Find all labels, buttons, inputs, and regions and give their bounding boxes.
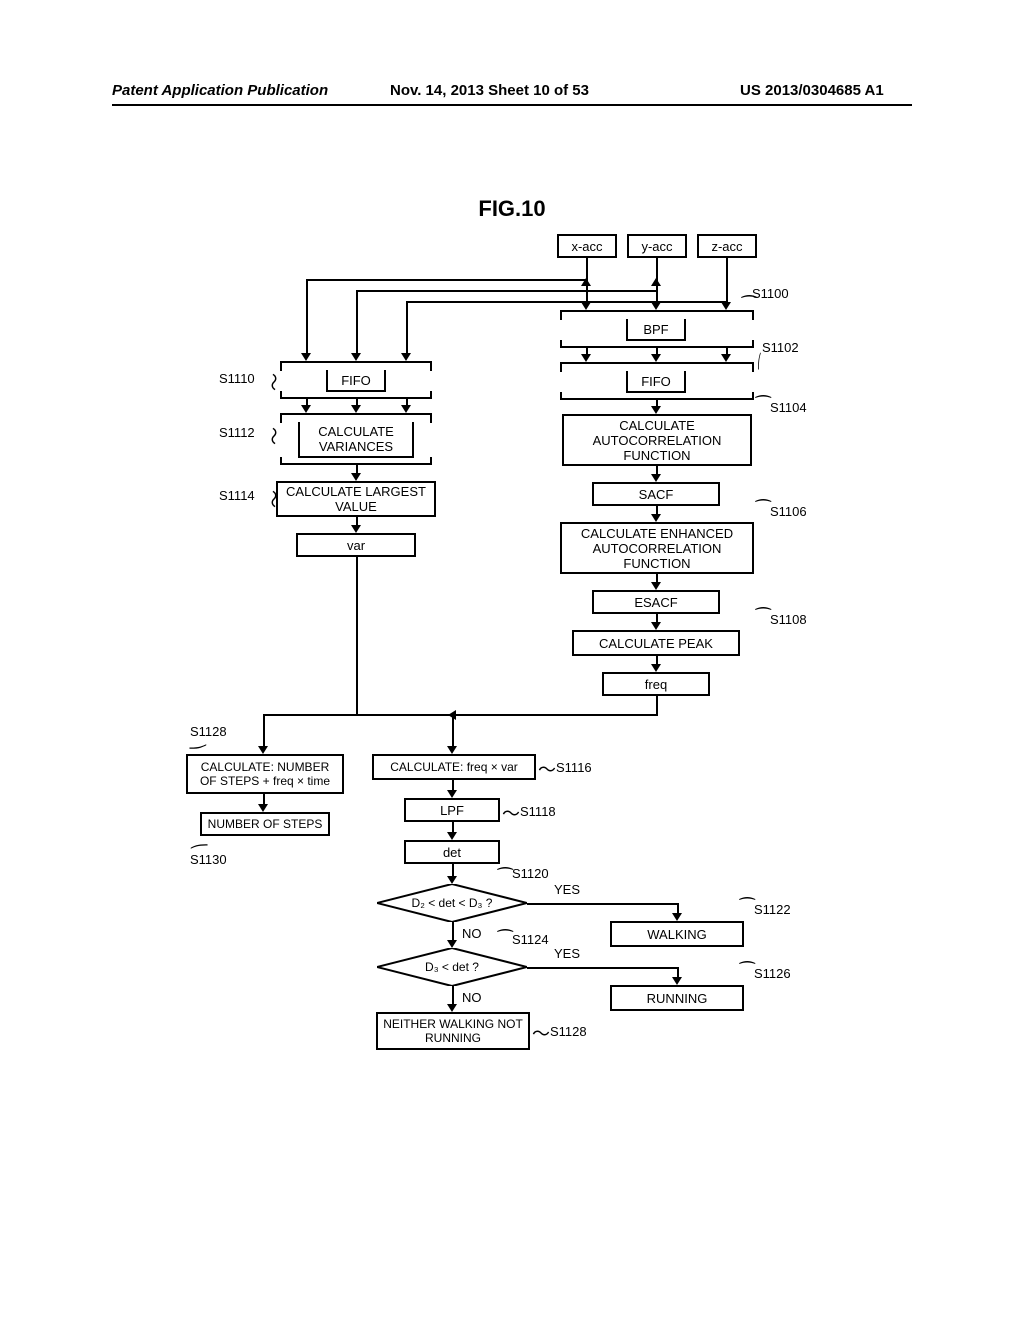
header-left: Patent Application Publication	[112, 82, 328, 99]
box-fifo-left: FIFO	[326, 370, 386, 392]
box-autocorr: CALCULATE AUTOCORRELATION FUNCTION	[562, 414, 752, 466]
tilde-icon: ⁀	[740, 962, 754, 983]
box-lpf: LPF	[404, 798, 500, 822]
bracket-icon: ⎛	[757, 353, 761, 370]
decision-d3: D₃ < det ?	[377, 948, 527, 986]
label-s1122: S1122	[754, 902, 791, 917]
tilde-icon: 〜	[502, 800, 520, 826]
label-s1114: S1114	[219, 488, 255, 503]
label-s1106: S1106	[770, 504, 807, 519]
header-right: US 2013/0304685 A1	[740, 82, 884, 99]
figure-title: FIG.10	[0, 196, 1024, 222]
tilde-icon: ⁀	[756, 396, 770, 417]
label-s1126: S1126	[754, 966, 791, 981]
input-y-acc: y-acc	[627, 234, 687, 258]
box-steps: NUMBER OF STEPS	[200, 812, 330, 836]
fifo-left-merge	[280, 391, 432, 399]
box-bpf: BPF	[626, 319, 686, 341]
label-s1128-b: S1128	[550, 1024, 587, 1039]
label-yes-1: YES	[554, 882, 580, 897]
box-det: det	[404, 840, 500, 864]
label-no-1: NO	[462, 926, 482, 941]
label-s1102: S1102	[762, 340, 799, 355]
box-neither: NEITHER WALKING NOT RUNNING	[376, 1012, 530, 1050]
label-s1108: S1108	[770, 612, 807, 627]
box-largest: CALCULATE LARGEST VALUE	[276, 481, 436, 517]
box-fxv: CALCULATE: freq × var	[372, 754, 536, 780]
box-variances: CALCULATE VARIANCES	[298, 422, 414, 458]
box-fifo-right: FIFO	[626, 371, 686, 393]
bracket-icon: ⎞	[189, 743, 206, 750]
tilde-icon: ⁀	[756, 500, 770, 521]
header-mid: Nov. 14, 2013 Sheet 10 of 53	[390, 82, 589, 99]
box-esacf: ESACF	[592, 590, 720, 614]
decision-d2d3: D₂ < det < D₃ ?	[377, 884, 527, 922]
label-s1100: S1100	[752, 286, 789, 301]
label-yes-2: YES	[554, 946, 580, 961]
tilde-icon: 〜	[261, 373, 287, 391]
bpf-merge	[560, 340, 754, 348]
box-freq: freq	[602, 672, 710, 696]
input-z-acc: z-acc	[697, 234, 757, 258]
box-walking: WALKING	[610, 921, 744, 947]
box-steps-calc: CALCULATE: NUMBER OF STEPS + freq × time	[186, 754, 344, 794]
tilde-icon: ⁀	[740, 898, 754, 919]
label-s1120: S1120	[512, 866, 549, 881]
box-running: RUNNING	[610, 985, 744, 1011]
tilde-icon: 〜	[532, 1020, 550, 1046]
tilde-icon: 〜	[538, 756, 556, 782]
label-s1110: S1110	[219, 371, 255, 386]
arrow-left-icon	[448, 710, 456, 720]
tilde-icon: ⁀	[756, 608, 770, 629]
box-enh-autocorr: CALCULATE ENHANCED AUTOCORRELATION FUNCT…	[560, 522, 754, 574]
label-s1104: S1104	[770, 400, 807, 415]
bracket-icon: ⎞	[191, 843, 208, 850]
label-s1112: S1112	[219, 425, 255, 440]
label-s1118: S1118	[520, 804, 556, 819]
label-no-2: NO	[462, 990, 482, 1005]
box-calc-peak: CALCULATE PEAK	[572, 630, 740, 656]
label-s1130: S1130	[190, 852, 227, 867]
var-merge	[280, 457, 432, 465]
box-sacf: SACF	[592, 482, 720, 506]
label-s1124: S1124	[512, 932, 549, 947]
label-s1116: S1116	[556, 760, 592, 775]
label-s1128-a: S1128	[190, 724, 227, 739]
box-var: var	[296, 533, 416, 557]
fifo-right-merge	[560, 392, 754, 400]
tilde-icon: 〜	[261, 427, 287, 445]
input-x-acc: x-acc	[557, 234, 617, 258]
